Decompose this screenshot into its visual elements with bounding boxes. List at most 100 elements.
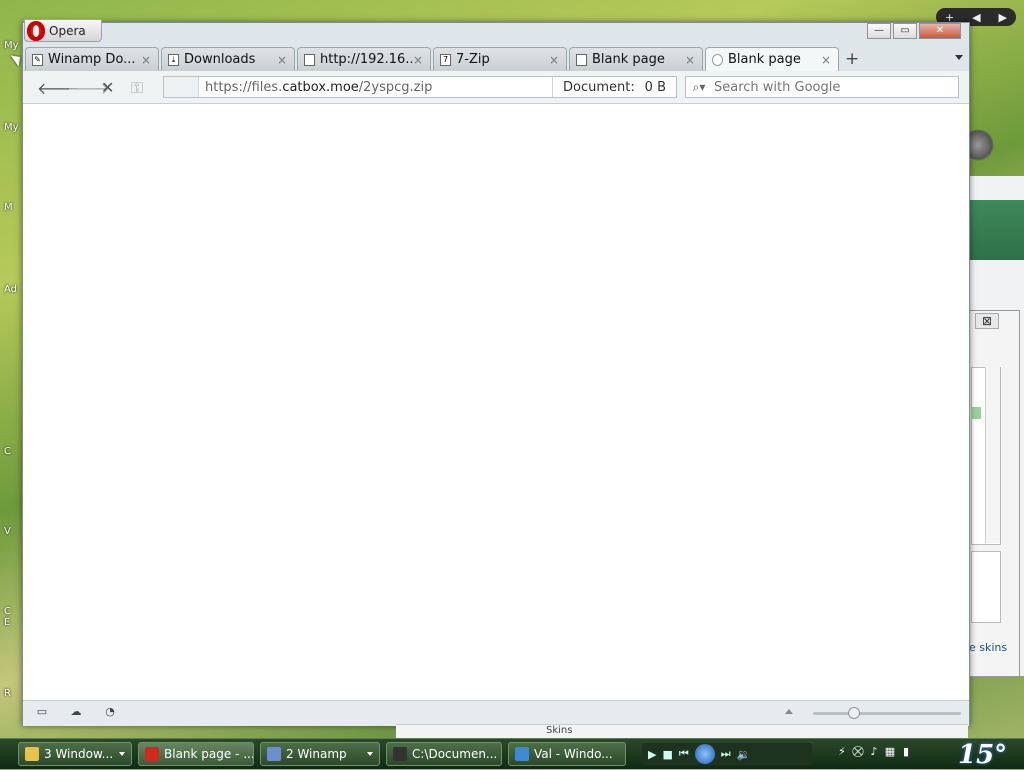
edit-icon: ✎ (32, 53, 43, 66)
search-input[interactable] (712, 78, 958, 96)
maximize-button[interactable]: ▭ (893, 23, 917, 39)
taskbar-item-label: C:\Documen... (412, 747, 498, 761)
system-tray: ⚡ ⛒ ♪ ▦ ▮ (836, 745, 912, 759)
tab-close-icon[interactable]: × (276, 53, 288, 67)
prev-icon[interactable]: ◀ (972, 11, 980, 24)
7zip-icon (393, 747, 407, 761)
chevron-down-icon (119, 752, 125, 756)
background-dialog: ⊠ e skins (968, 310, 1020, 677)
tab-downloads[interactable]: ⤓ Downloads × (161, 47, 295, 71)
stop-button[interactable]: ✕ (101, 78, 114, 97)
opera-window: — ▭ ✕ ✎ Winamp Do... × ⤓ Downloads × htt… (22, 22, 970, 726)
site-info-badge[interactable] (164, 77, 199, 97)
url-prefix: https://files. (205, 79, 283, 95)
taskbar-item-windows[interactable]: 3 Window... (18, 742, 132, 766)
zoom-slider-thumb[interactable] (848, 707, 861, 719)
next-icon[interactable]: ⏭ (721, 747, 731, 761)
taskbar-item-label: 2 Winamp (286, 747, 347, 761)
skins-link[interactable]: e skins (969, 641, 1007, 654)
zoom-slider[interactable] (813, 712, 961, 715)
close-button[interactable]: ✕ (919, 23, 961, 39)
desktop-icon-label: My (4, 40, 19, 51)
tab-close-icon[interactable]: × (820, 53, 832, 67)
background-list-selection (971, 407, 981, 419)
page-icon (576, 53, 587, 66)
minimize-button[interactable]: — (867, 23, 891, 39)
folder-icon (25, 747, 39, 761)
download-icon: ⤓ (168, 53, 179, 66)
next-icon[interactable]: ▶ (999, 11, 1007, 24)
desktop-icon-label: C E (4, 606, 11, 628)
tray-network-icon[interactable]: ▦ (884, 745, 896, 759)
background-window-header (968, 200, 1024, 260)
play-small-icon[interactable]: ▶ (648, 748, 656, 761)
document-label: Document: (563, 79, 635, 95)
7zip-icon: 7 (440, 53, 451, 66)
tab-menu-icon[interactable] (955, 55, 963, 60)
tab-blank-page[interactable]: Blank page × (569, 47, 703, 71)
gadget-dial-icon (968, 125, 1008, 175)
tab-close-icon[interactable]: × (412, 53, 424, 67)
tray-flash-icon[interactable]: ⚡ (836, 745, 848, 759)
panel-toggle-icon[interactable]: ▭ (35, 706, 49, 718)
view-menu-icon[interactable] (785, 709, 793, 714)
stop-icon[interactable]: ■ (662, 748, 672, 761)
tab-title: Downloads (184, 52, 256, 67)
tray-battery-icon[interactable]: ▮ (900, 745, 912, 759)
taskbar-item-label: Val - Windo... (534, 747, 613, 761)
tab-bar: ✎ Winamp Do... × ⤓ Downloads × http://19… (23, 47, 969, 71)
background-list (971, 551, 1001, 623)
winamp-icon (267, 747, 281, 761)
tab-close-icon[interactable]: × (548, 53, 560, 67)
taskbar-item-label: 3 Window... (44, 747, 114, 761)
desktop-icon-label: R (4, 688, 11, 699)
tab-7zip[interactable]: 7 7-Zip × (433, 47, 567, 71)
url-path: /2yspcg.zip (358, 79, 433, 95)
navigation-toolbar: 🡐 🡒 ✕ ⚿ https://files.catbox.moe/2yspcg.… (23, 71, 969, 104)
play-button[interactable] (694, 744, 715, 764)
desktop-icon-label: M (4, 202, 13, 213)
scrollbar[interactable] (985, 367, 1000, 543)
tab-ip-address[interactable]: http://192.16... × (297, 47, 431, 71)
skins-label: Skins (546, 725, 573, 736)
tray-security-icon[interactable]: ⛒ (852, 745, 864, 759)
address-bar[interactable]: https://files.catbox.moe/2yspcg.zip Docu… (163, 76, 677, 98)
tab-title: Blank page (592, 52, 665, 67)
tray-volume-icon[interactable]: ♪ (868, 745, 880, 759)
key-icon[interactable]: ⚿ (131, 78, 143, 98)
taskbar-item-opera[interactable]: Blank page - ... (138, 742, 254, 766)
new-tab-button[interactable]: + (845, 49, 859, 69)
desktop-icon-label: Ad (4, 284, 18, 295)
chevron-down-icon (367, 752, 373, 756)
tab-title: Blank page (728, 52, 801, 67)
taskbar-item-explorer[interactable]: C:\Documen... (386, 742, 502, 766)
close-icon[interactable]: ⊠ (975, 313, 999, 329)
desktop-icon-label: C (4, 446, 11, 457)
address-input[interactable]: https://files.catbox.moe/2yspcg.zip (199, 80, 552, 95)
taskbar-clock[interactable]: 15° (958, 740, 1007, 770)
taskbar-item-ie[interactable]: Val - Windo... (508, 742, 626, 766)
search-icon[interactable]: ⌕▾ (686, 80, 712, 95)
previous-icon[interactable]: ⏮ (679, 747, 689, 761)
tab-winamp[interactable]: ✎ Winamp Do... × (25, 47, 159, 71)
tab-title: 7-Zip (456, 52, 490, 67)
tab-close-icon[interactable]: × (140, 53, 152, 67)
opera-menu-button[interactable]: Opera (24, 19, 102, 42)
volume-icon[interactable]: 🔉 (737, 748, 751, 761)
cloud-icon[interactable]: ☁ (69, 706, 83, 718)
document-size: 0 B (644, 79, 666, 95)
taskbar-item-label: Blank page - ... (164, 747, 254, 761)
speed-dial-icon[interactable]: ◔ (103, 706, 117, 718)
search-box[interactable]: ⌕▾ (685, 76, 959, 98)
opera-logo-icon (27, 20, 45, 41)
tab-close-icon[interactable]: × (684, 53, 696, 67)
status-bar: ▭ ☁ ◔ (23, 700, 969, 726)
page-content[interactable] (23, 104, 969, 700)
taskbar-item-winamp[interactable]: 2 Winamp (260, 742, 380, 766)
window-controls: — ▭ ✕ (867, 23, 961, 39)
media-player-toolbar[interactable]: ▶ ■ ⏮ ⏭ 🔉 (642, 743, 812, 765)
page-icon (304, 53, 315, 66)
loading-icon (712, 53, 723, 66)
tab-blank-page-active[interactable]: Blank page × (705, 47, 839, 71)
taskbar: 3 Window... Blank page - ... 2 Winamp C:… (0, 738, 1024, 770)
